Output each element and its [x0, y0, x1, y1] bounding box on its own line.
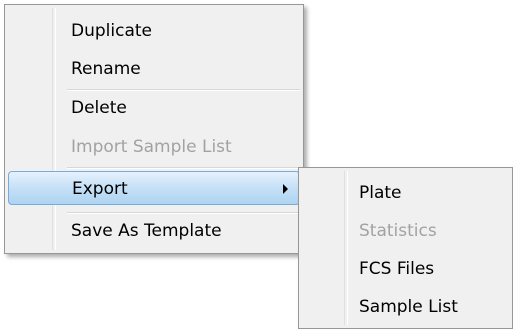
- submenu-item-statistics: Statistics: [302, 214, 509, 248]
- menu-item-label: Save As Template: [71, 221, 222, 241]
- menu-item-label: Import Sample List: [71, 137, 232, 157]
- menu-separator: [67, 167, 300, 169]
- submenu-item-label: Sample List: [359, 297, 458, 317]
- submenu-item-label: Statistics: [359, 221, 437, 241]
- submenu-item-label: FCS Files: [359, 259, 435, 279]
- menu-item-import-sample-list: Import Sample List: [8, 130, 300, 164]
- menu-item-label: Export: [72, 179, 128, 199]
- menu-item-rename[interactable]: Rename: [8, 52, 300, 86]
- submenu-item-fcs-files[interactable]: FCS Files: [302, 252, 509, 286]
- menu-item-export[interactable]: Export: [8, 171, 300, 205]
- submenu-item-label: Plate: [359, 183, 402, 203]
- chevron-right-icon: [283, 184, 288, 194]
- context-menu: Duplicate Rename Delete Import Sample Li…: [4, 4, 304, 254]
- menu-item-label: Duplicate: [71, 21, 152, 41]
- menu-item-label: Rename: [71, 59, 141, 79]
- menu-item-delete[interactable]: Delete: [8, 91, 300, 125]
- submenu-item-sample-list[interactable]: Sample List: [302, 290, 509, 324]
- export-submenu: Plate Statistics FCS Files Sample List: [298, 167, 513, 329]
- submenu-item-plate[interactable]: Plate: [302, 176, 509, 210]
- menu-item-label: Delete: [71, 98, 127, 118]
- menu-item-duplicate[interactable]: Duplicate: [8, 14, 300, 48]
- menu-item-save-as-template[interactable]: Save As Template: [8, 214, 300, 248]
